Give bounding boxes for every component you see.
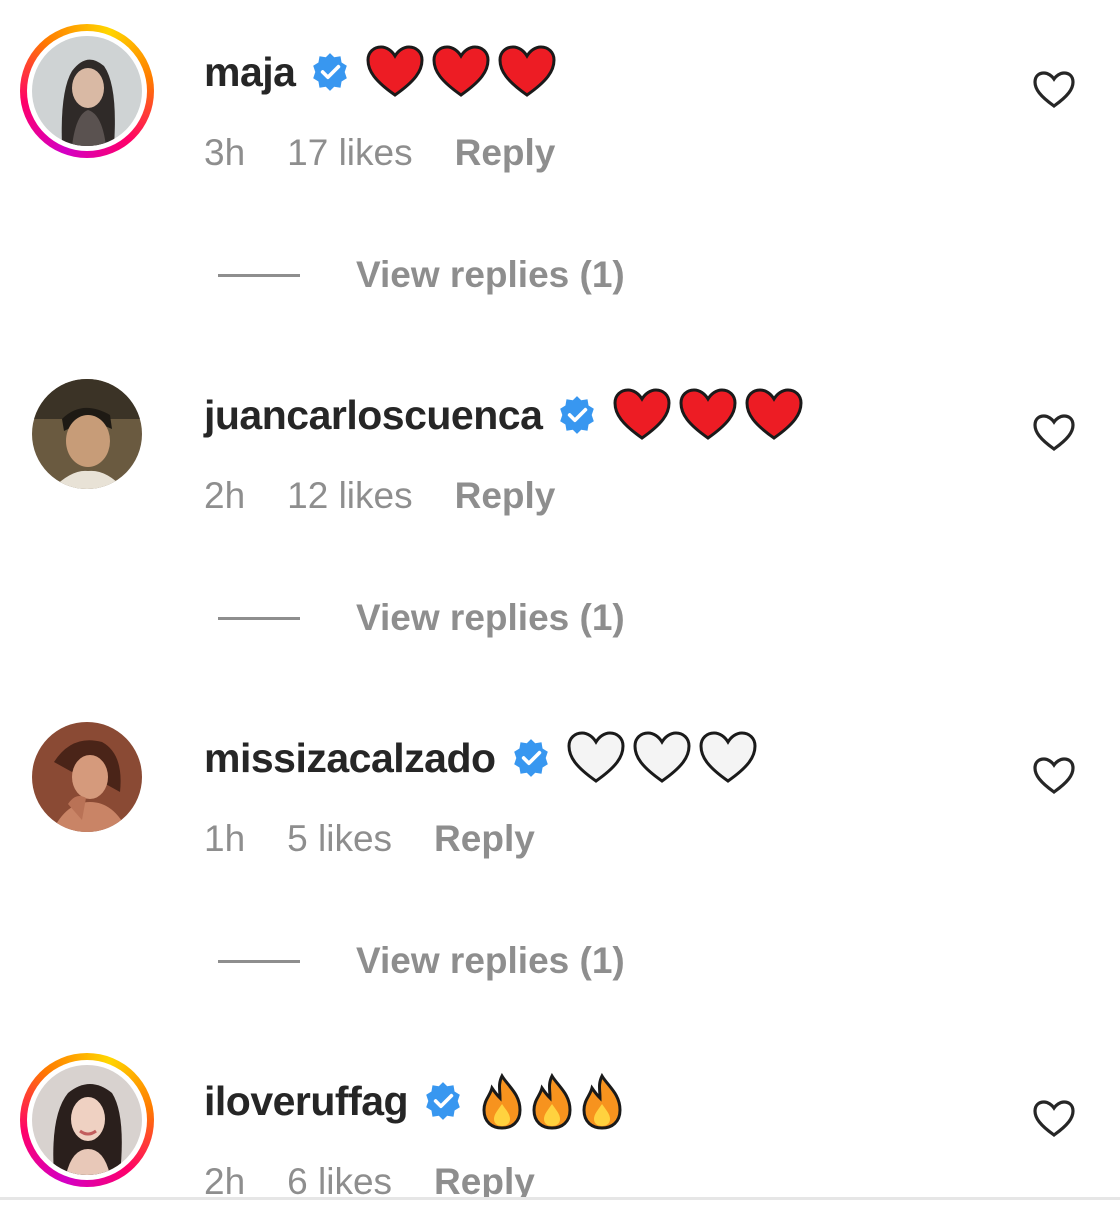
avatar[interactable] — [20, 367, 154, 501]
red-heart-icon — [679, 388, 737, 440]
bottom-divider — [0, 1197, 1120, 1200]
avatar[interactable] — [20, 24, 154, 158]
username[interactable]: maja — [204, 49, 296, 96]
white-heart-icon — [633, 731, 691, 783]
likes-count[interactable]: 6 likes — [287, 1161, 392, 1197]
comment-time: 2h — [204, 1161, 246, 1197]
fire-icon — [532, 1072, 572, 1130]
likes-count[interactable]: 5 likes — [287, 818, 392, 860]
red-heart-icon — [613, 388, 671, 440]
verified-badge-icon — [313, 53, 348, 91]
comment-text — [566, 731, 758, 785]
verified-badge-icon — [513, 739, 548, 777]
likes-count[interactable]: 12 likes — [287, 475, 412, 517]
avatar[interactable] — [20, 710, 154, 844]
reply-button[interactable]: Reply — [434, 1161, 535, 1197]
heart-outline-icon[interactable] — [1032, 1099, 1076, 1139]
verified-badge-icon — [426, 1082, 460, 1120]
comment-text — [365, 45, 557, 99]
heart-outline-icon[interactable] — [1032, 70, 1076, 110]
view-replies-button[interactable]: View replies (1) — [218, 936, 625, 986]
comment-text — [478, 1072, 626, 1130]
username[interactable]: juancarloscuenca — [204, 392, 543, 439]
red-heart-icon — [366, 45, 424, 97]
likes-count[interactable]: 17 likes — [287, 132, 412, 174]
divider-line — [218, 959, 300, 963]
comment-time: 1h — [204, 818, 246, 859]
comment: iloveruffag 2h 6 likes Reply — [0, 1029, 1120, 1197]
view-replies-label: View replies (1) — [356, 597, 625, 638]
red-heart-icon — [745, 388, 803, 440]
view-replies-button[interactable]: View replies (1) — [218, 593, 625, 643]
heart-outline-icon[interactable] — [1032, 413, 1076, 453]
reply-button[interactable]: Reply — [455, 132, 556, 174]
reply-button[interactable]: Reply — [455, 475, 556, 517]
comment-time: 2h — [204, 475, 246, 516]
comment-time: 3h — [204, 132, 246, 173]
white-heart-icon — [699, 731, 757, 783]
view-replies-label: View replies (1) — [356, 940, 625, 981]
view-replies-button[interactable]: View replies (1) — [218, 250, 625, 300]
red-heart-icon — [432, 45, 490, 97]
comment-text — [612, 388, 804, 442]
verified-badge-icon — [560, 396, 595, 434]
username[interactable]: iloveruffag — [204, 1078, 409, 1125]
fire-icon — [482, 1072, 522, 1130]
view-replies-label: View replies (1) — [356, 254, 625, 295]
reply-button[interactable]: Reply — [434, 818, 535, 860]
username[interactable]: missizacalzado — [204, 735, 496, 782]
red-heart-icon — [498, 45, 556, 97]
heart-outline-icon[interactable] — [1032, 756, 1076, 796]
fire-icon — [582, 1072, 622, 1130]
divider-line — [218, 273, 300, 277]
avatar[interactable] — [20, 1053, 154, 1187]
white-heart-icon — [567, 731, 625, 783]
divider-line — [218, 616, 300, 620]
